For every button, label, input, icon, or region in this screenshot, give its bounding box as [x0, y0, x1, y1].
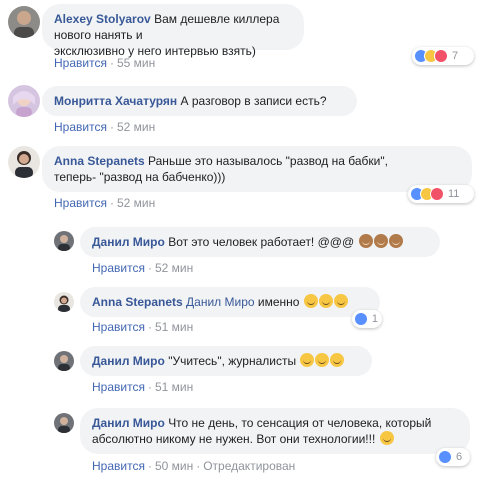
- reply-text: Что не день, то сенсация от человека, ко…: [168, 416, 432, 430]
- reply-meta: Нравится · 50 мин · Отредактирован: [92, 459, 296, 473]
- reply-text: "Учитесь", журналисты: [168, 354, 297, 368]
- mention-link[interactable]: Данил Миро: [186, 295, 255, 309]
- timestamp[interactable]: 52 мин: [117, 120, 155, 134]
- timestamp[interactable]: 55 мин: [117, 56, 155, 70]
- love-icon: [430, 187, 444, 201]
- see-no-evil-monkey-icon: [358, 234, 373, 248]
- see-no-evil-monkey-icon: [373, 234, 388, 248]
- reply-bubble: Данил Миро Что не день, то сенсация от ч…: [80, 408, 470, 454]
- like-link[interactable]: Нравится: [54, 56, 107, 70]
- winking-emoji-icon: [379, 431, 394, 445]
- avatar[interactable]: [54, 231, 74, 251]
- reply-text: абсолютно никому не нужен. Вот они техно…: [92, 432, 376, 446]
- winking-emoji-icon: [330, 353, 345, 367]
- reply-text: именно: [257, 295, 300, 309]
- reply-author[interactable]: Данил Миро: [92, 354, 165, 368]
- reply-meta: Нравится · 52 мин: [92, 261, 194, 275]
- comment-text: А разговор в записи есть?: [180, 94, 327, 108]
- reaction-count: 11: [448, 188, 460, 200]
- avatar[interactable]: [8, 85, 40, 117]
- comment-meta: Нравится · 55 мин: [54, 56, 156, 70]
- comment-meta: Нравится · 52 мин: [54, 196, 156, 210]
- edited-label[interactable]: Отредактирован: [203, 459, 295, 473]
- grinning-emoji-icon: [333, 294, 348, 308]
- comment-author[interactable]: Alexey Stolyarov: [54, 12, 151, 26]
- comment-meta: Нравится · 52 мин: [54, 120, 156, 134]
- comment-bubble: Alexey Stolyarov Вам дешевле киллера нов…: [42, 4, 304, 58]
- grinning-emoji-icon: [303, 294, 318, 308]
- timestamp[interactable]: 52 мин: [155, 261, 193, 275]
- winking-emoji-icon: [300, 353, 315, 367]
- comment-bubble: Anna Stepanets Раньше это называлось "ра…: [42, 146, 472, 192]
- reply-meta: Нравится · 51 мин: [92, 320, 194, 334]
- winking-emoji-icon: [315, 353, 330, 367]
- grinning-emoji-icon: [318, 294, 333, 308]
- like-link[interactable]: Нравится: [92, 261, 145, 275]
- avatar[interactable]: [8, 146, 40, 178]
- like-link[interactable]: Нравится: [92, 380, 145, 394]
- timestamp[interactable]: 50 мин: [155, 459, 193, 473]
- avatar[interactable]: [54, 413, 74, 433]
- timestamp[interactable]: 51 мин: [155, 320, 193, 334]
- reply-author[interactable]: Данил Миро: [92, 416, 165, 430]
- reaction-count: 6: [456, 451, 463, 463]
- avatar[interactable]: [54, 292, 74, 312]
- reply-meta: Нравится · 51 мин: [92, 380, 194, 394]
- timestamp[interactable]: 51 мин: [155, 380, 193, 394]
- reply-bubble: Anna Stepanets Данил Миро именно: [80, 287, 380, 317]
- comment-text: теперь- "развод на бабченко))): [54, 170, 226, 184]
- reactions-summary[interactable]: 6: [436, 448, 470, 466]
- like-link[interactable]: Нравится: [54, 196, 107, 210]
- reply-bubble: Данил Миро Вот это человек работает! @@@: [80, 227, 440, 257]
- avatar[interactable]: [8, 6, 40, 38]
- reaction-count: 1: [371, 313, 378, 325]
- reaction-count: 7: [452, 50, 459, 62]
- like-link[interactable]: Нравится: [92, 320, 145, 334]
- like-link[interactable]: Нравится: [54, 120, 107, 134]
- reply-bubble: Данил Миро "Учитесь", журналисты: [80, 346, 372, 376]
- reactions-summary[interactable]: 11: [408, 185, 474, 203]
- like-icon: [438, 450, 452, 464]
- timestamp[interactable]: 52 мин: [117, 196, 155, 210]
- avatar[interactable]: [54, 351, 74, 371]
- see-no-evil-monkey-icon: [388, 234, 403, 248]
- comment-text: Раньше это называлось "развод на бабки",: [148, 154, 388, 168]
- reply-text: Вот это человек работает! @@@: [168, 235, 355, 249]
- love-icon: [434, 49, 448, 63]
- like-icon: [354, 312, 368, 326]
- like-link[interactable]: Нравится: [92, 459, 145, 473]
- reactions-summary[interactable]: 1: [352, 310, 382, 328]
- comment-author[interactable]: Anna Stepanets: [54, 154, 145, 168]
- reactions-summary[interactable]: 7: [412, 47, 474, 65]
- reply-author[interactable]: Данил Миро: [92, 235, 165, 249]
- comment-bubble: Монритта Хачатурян А разговор в записи е…: [42, 86, 357, 116]
- comment-author[interactable]: Монритта Хачатурян: [54, 94, 177, 108]
- reply-author[interactable]: Anna Stepanets: [92, 295, 183, 309]
